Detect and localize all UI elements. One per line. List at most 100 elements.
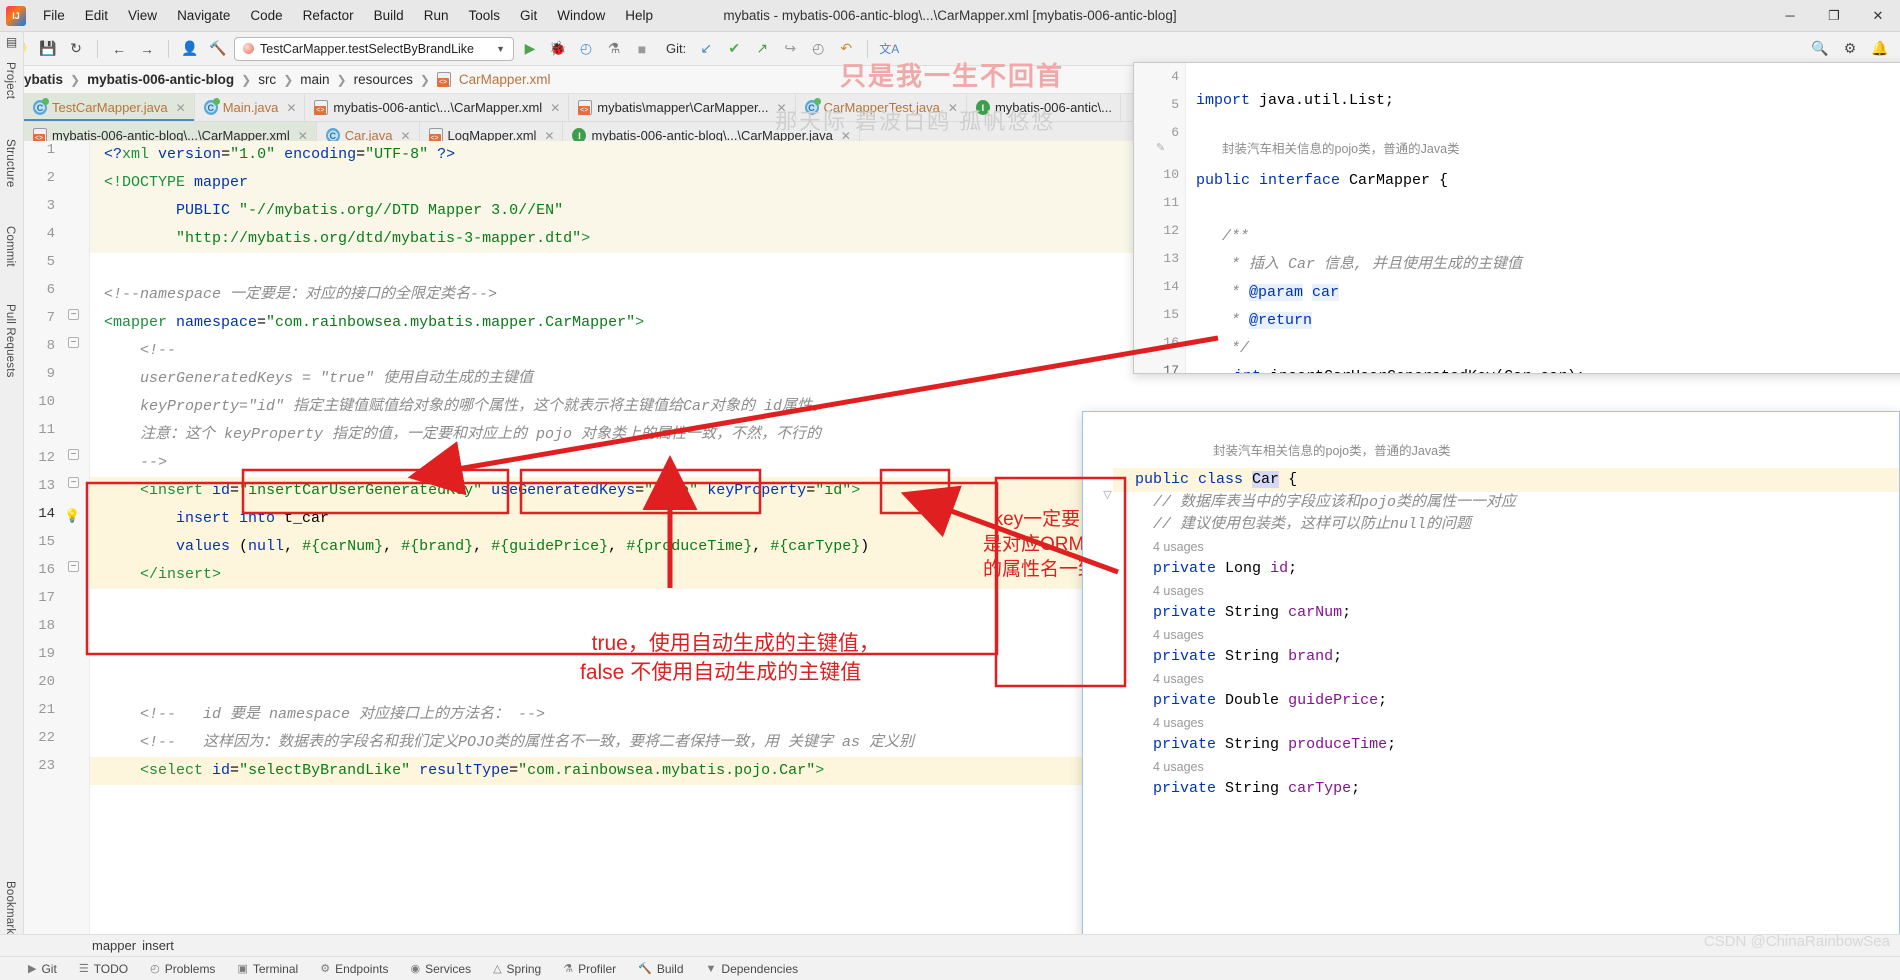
menu-run[interactable]: Run (415, 4, 458, 27)
tool-window-build[interactable]: 🔨 Build (638, 962, 683, 976)
close-icon[interactable]: ✕ (550, 101, 560, 115)
fold-marker[interactable]: − (68, 337, 81, 350)
menu-view[interactable]: View (119, 4, 166, 27)
menu-help[interactable]: Help (616, 4, 662, 27)
profiler-button[interactable]: ⚗ (602, 37, 626, 61)
tool-window-terminal[interactable]: ▣ Terminal (237, 962, 298, 976)
run-button[interactable]: ▶ (518, 37, 542, 61)
debug-button[interactable]: 🐞 (546, 37, 570, 61)
minimize-button[interactable]: ─ (1768, 0, 1812, 32)
git-revert-icon[interactable]: ↪ (778, 37, 802, 61)
carmapper-interface-popup[interactable]: 4 5 6 10 11 12 13 14 15 16 17 ✎ import j… (1133, 62, 1900, 374)
usages-badge[interactable]: 4 usages (1153, 628, 1204, 642)
menu-file[interactable]: File (34, 4, 74, 27)
sidebar-item-structure[interactable]: Structure (0, 129, 20, 197)
tab-module-1[interactable]: mybatis-006-antic\... (966, 94, 1121, 121)
tool-window-dependencies[interactable]: ▼ Dependencies (706, 962, 799, 976)
main-toolbar: 📂 💾 ↻ ← → 👤 🔨 TestCarMapper.testSelectBy… (0, 32, 1900, 66)
tab-carmapper-xml-2[interactable]: mybatis\mapper\CarMapper... ✕ (569, 94, 796, 121)
undo-icon[interactable]: ↶ (834, 37, 858, 61)
fold-marker[interactable]: − (68, 309, 81, 322)
tool-window-endpoints[interactable]: ⚙ Endpoints (320, 962, 388, 976)
usages-badge[interactable]: 4 usages (1153, 760, 1204, 774)
tab-carmapper-xml-1[interactable]: mybatis-006-antic\...\CarMapper.xml ✕ (305, 94, 570, 121)
car-class-popup[interactable]: 封装汽车相关信息的pojo类，普通的Java类 public class Car… (1082, 411, 1900, 956)
notification-icon[interactable]: 🔔 (1868, 37, 1892, 61)
fold-marker[interactable]: ▽ (1101, 490, 1114, 503)
car-class-code-area[interactable]: 封装汽车相关信息的pojo类，普通的Java类 public class Car… (1103, 412, 1899, 955)
toolbar-divider-3 (867, 39, 869, 58)
tool-window-profiler[interactable]: ⚗ Profiler (563, 962, 616, 976)
breadcrumb-file[interactable]: CarMapper.xml (459, 72, 551, 87)
menu-code[interactable]: Code (241, 4, 291, 27)
left-tool-rail: ▤ Project Structure Commit Pull Requests… (0, 32, 24, 956)
profile-icon[interactable]: 👤 (178, 37, 202, 61)
translate-icon[interactable]: 文A (877, 37, 901, 61)
breadcrumb-src[interactable]: src (258, 72, 276, 87)
tab-label: mybatis\mapper\CarMapper... (597, 100, 769, 115)
status-breadcrumb-insert[interactable]: insert (142, 938, 174, 953)
popup-code-area[interactable]: import java.util.List; 封装汽车相关信息的pojo类，普通… (1186, 63, 1900, 373)
field-name: brand (1288, 648, 1334, 665)
menu-tools[interactable]: Tools (459, 4, 509, 27)
menu-refactor[interactable]: Refactor (294, 4, 363, 27)
fold-marker[interactable]: − (68, 477, 81, 490)
close-icon[interactable]: ✕ (948, 101, 958, 115)
close-icon[interactable]: ✕ (176, 101, 186, 115)
history-icon[interactable]: ◴ (806, 37, 830, 61)
coverage-button[interactable]: ◴ (574, 37, 598, 61)
git-update-icon[interactable]: ↙ (694, 37, 718, 61)
sidebar-item-commit[interactable]: Commit (0, 216, 20, 277)
xml-file-icon (436, 72, 451, 87)
tool-window-git[interactable]: ▶ Git (28, 962, 57, 976)
editor-gutter[interactable]: 1 2 3 4 5 6 7 8 9 10 11 12 13 14 15 16 1… (24, 141, 90, 936)
menu-build[interactable]: Build (365, 4, 413, 27)
forward-icon[interactable]: → (135, 37, 159, 61)
tab-carmappertest-java[interactable]: CarMapperTest.java ✕ (795, 94, 967, 121)
search-icon[interactable]: 🔍 (1808, 37, 1832, 61)
tool-window-spring[interactable]: △ Spring (493, 962, 541, 976)
breadcrumb-main[interactable]: main (300, 72, 329, 87)
tool-window-todo[interactable]: ☰ TODO (79, 962, 128, 976)
tool-window-services[interactable]: ◉ Services (410, 962, 471, 976)
menu-git[interactable]: Git (511, 4, 546, 27)
menu-window[interactable]: Window (548, 4, 614, 27)
tool-window-problems[interactable]: ◴ Problems (150, 962, 215, 976)
usages-badge[interactable]: 4 usages (1153, 540, 1204, 554)
breadcrumb-project[interactable]: mybatis-006-antic-blog (87, 72, 234, 87)
tab-main-java[interactable]: Main.java ✕ (194, 94, 306, 121)
field-type: Double (1225, 692, 1280, 709)
fold-marker[interactable]: − (68, 561, 81, 574)
breadcrumb-resources[interactable]: resources (354, 72, 413, 87)
back-icon[interactable]: ← (107, 37, 131, 61)
close-icon[interactable]: ✕ (776, 101, 786, 115)
usages-badge[interactable]: 4 usages (1153, 672, 1204, 686)
maximize-button[interactable]: ❐ (1812, 0, 1856, 32)
status-breadcrumb-mapper[interactable]: mapper (92, 938, 136, 953)
project-panel-icon[interactable]: ▤ (0, 32, 23, 52)
save-icon[interactable]: 💾 (36, 37, 60, 61)
menu-edit[interactable]: Edit (76, 4, 117, 27)
menu-navigate[interactable]: Navigate (168, 4, 239, 27)
sidebar-item-project[interactable]: Project (0, 52, 20, 109)
title-bar: File Edit View Navigate Code Refactor Bu… (0, 0, 1900, 32)
pencil-icon[interactable]: ✎ (1156, 141, 1165, 154)
stop-button[interactable]: ■ (630, 37, 654, 61)
gear-icon[interactable]: ⚙ (1838, 37, 1862, 61)
sync-icon[interactable]: ↻ (64, 37, 88, 61)
intention-bulb-icon[interactable]: 💡 (64, 508, 80, 524)
breadcrumb-separator: ❯ (336, 72, 347, 87)
sidebar-item-pull-requests[interactable]: Pull Requests (0, 294, 20, 388)
build-hammer-icon[interactable]: 🔨 (206, 37, 230, 61)
git-push-icon[interactable]: ↗ (750, 37, 774, 61)
field-term: ; (1288, 560, 1298, 577)
run-configuration-selector[interactable]: TestCarMapper.testSelectByBrandLike ▼ (234, 36, 514, 61)
tab-test-car-mapper-java[interactable]: TestCarMapper.java ✕ (24, 94, 195, 121)
close-icon[interactable]: ✕ (286, 101, 296, 115)
line-number: 3 (46, 198, 55, 214)
usages-badge[interactable]: 4 usages (1153, 584, 1204, 598)
close-button[interactable]: ✕ (1856, 0, 1900, 32)
fold-marker[interactable]: − (68, 449, 81, 462)
usages-badge[interactable]: 4 usages (1153, 716, 1204, 730)
git-commit-icon[interactable]: ✔ (722, 37, 746, 61)
